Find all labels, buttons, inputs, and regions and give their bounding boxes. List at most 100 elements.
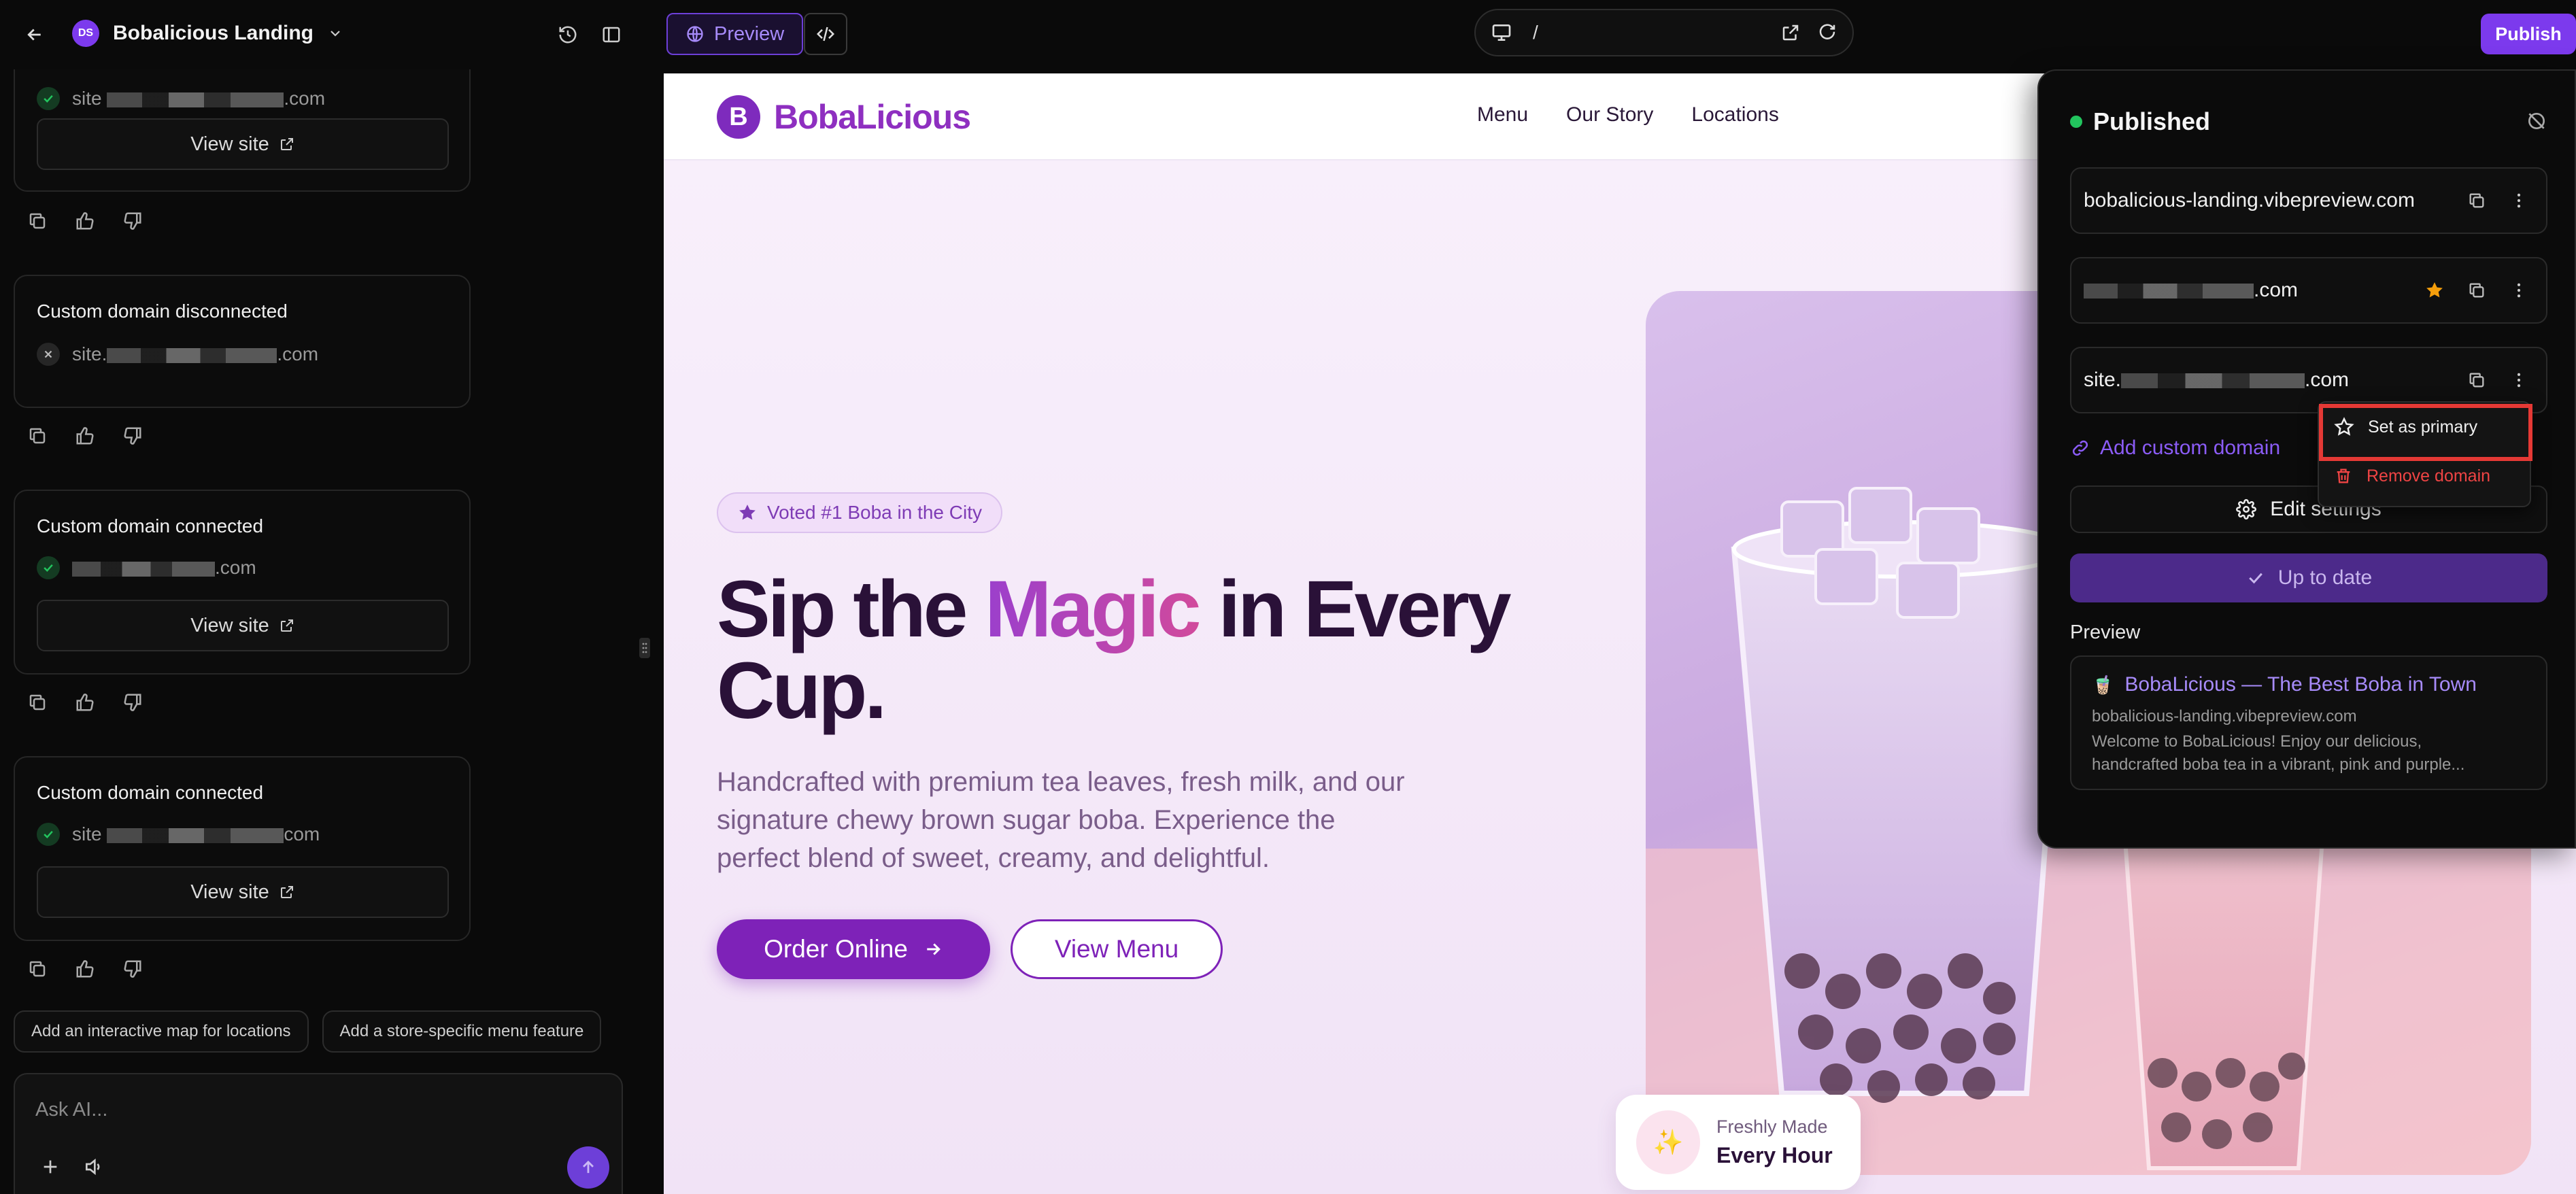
nav-link-our-story[interactable]: Our Story (1566, 103, 1653, 126)
copy-icon[interactable] (27, 211, 48, 231)
thumbs-up-icon[interactable] (75, 692, 95, 713)
thumbs-down-icon[interactable] (122, 959, 143, 979)
ask-ai-input[interactable]: Ask AI... (35, 1099, 107, 1121)
unpublish-icon[interactable] (2522, 106, 2552, 136)
up-to-date-button[interactable]: Up to date (2070, 553, 2547, 602)
desktop-icon[interactable] (1491, 22, 1512, 44)
more-vertical-icon[interactable] (2504, 186, 2534, 216)
thumbs-down-icon[interactable] (122, 211, 143, 231)
domain-suffix: .com (215, 557, 256, 578)
order-online-button[interactable]: Order Online (717, 919, 990, 979)
resize-handle[interactable] (639, 638, 650, 658)
headline-part: in Every (1198, 564, 1511, 654)
url-bar[interactable]: / (1474, 9, 1854, 56)
refresh-icon[interactable] (1817, 22, 1837, 43)
more-vertical-icon[interactable] (2504, 365, 2534, 395)
view-site-button[interactable]: View site (37, 866, 449, 918)
redacted-domain (107, 828, 284, 843)
view-site-button[interactable]: View site (37, 600, 449, 651)
thumbs-down-icon[interactable] (122, 692, 143, 713)
publish-status: Published (2070, 107, 2210, 136)
domain-text[interactable]: bobalicious-landing.vibepreview.com (2084, 189, 2415, 212)
external-link-icon (280, 619, 293, 632)
domain-prefix: site. (72, 343, 107, 364)
status-label: Published (2093, 107, 2211, 135)
preview-desc-line: handcrafted boba tea in a vibrant, pink … (2092, 755, 2465, 774)
feedback-row (27, 211, 143, 231)
preview-toggle-button[interactable]: Preview (666, 13, 804, 55)
preview-toggle-label: Preview (714, 22, 785, 45)
ask-ai-box[interactable]: Ask AI... (14, 1073, 623, 1194)
add-custom-domain-link[interactable]: Add custom domain (2070, 437, 2280, 460)
chevron-down-icon (331, 31, 340, 37)
copy-icon[interactable] (27, 426, 48, 446)
code-icon (816, 27, 835, 41)
suggestion-chip[interactable]: Add a store-specific menu feature (322, 1010, 602, 1053)
preview-description: Welcome to BobaLicious! Enjoy our delici… (2092, 730, 2464, 777)
card-title: Custom domain disconnected (37, 301, 288, 322)
copy-icon[interactable] (27, 692, 48, 713)
preview-url: bobalicious-landing.vibepreview.com (2092, 707, 2357, 726)
nav-link-locations[interactable]: Locations (1691, 103, 1778, 126)
open-external-icon[interactable] (1780, 22, 1801, 43)
redacted-domain (2084, 284, 2254, 299)
preview-title[interactable]: BobaLicious — The Best Boba in Town (2124, 673, 2477, 696)
logo-badge: B (717, 95, 760, 139)
top-bar: DS Bobalicious Landing Preview / Publish (0, 0, 2576, 69)
suggestion-chip[interactable]: Add an interactive map for locations (14, 1010, 309, 1053)
domain-text[interactable]: site. .com (2084, 369, 2349, 392)
card-title: Custom domain connected (37, 515, 264, 536)
thumbs-up-icon[interactable] (75, 211, 95, 231)
chat-card: Custom domain connected .com View site (14, 490, 471, 675)
seo-preview-card: 🧋 BobaLicious — The Best Boba in Town bo… (2070, 655, 2547, 790)
hero-paragraph: Handcrafted with premium tea leaves, fre… (717, 763, 1465, 877)
url-path[interactable]: / (1533, 22, 1538, 44)
code-view-button[interactable] (804, 13, 847, 55)
thumbs-down-icon[interactable] (122, 426, 143, 446)
headline-line2: Cup. (717, 646, 887, 736)
nav-link-menu[interactable]: Menu (1477, 103, 1528, 126)
headline-accent: Magic (985, 564, 1201, 654)
history-icon[interactable] (554, 20, 582, 49)
sidebar-toggle-icon[interactable] (597, 20, 626, 49)
redacted-domain (107, 347, 277, 363)
copy-icon[interactable] (2462, 275, 2492, 305)
status-dot (2070, 116, 2082, 128)
badge-text: Voted #1 Boba in the City (767, 502, 982, 523)
back-arrow-icon[interactable] (20, 20, 49, 49)
feedback-row (27, 692, 143, 713)
domain-text[interactable]: .com (2084, 279, 2298, 302)
domain-prefix: site. (2084, 369, 2122, 391)
chat-card: Custom domain connected site com View si… (14, 756, 471, 941)
view-menu-button[interactable]: View Menu (1011, 919, 1223, 979)
copy-icon[interactable] (2462, 365, 2492, 395)
chat-card: Custom domain disconnected site. .com (14, 275, 471, 408)
view-site-button[interactable]: View site (37, 118, 449, 170)
voice-icon[interactable] (83, 1156, 105, 1178)
domain-line: site .com (37, 87, 325, 110)
sparkle-icon: ✨ (1636, 1110, 1700, 1174)
card-title: Custom domain connected (37, 782, 264, 803)
domain-prefix: site (72, 823, 102, 845)
domain-suffix: .com (277, 343, 319, 364)
project-switcher[interactable]: DS Bobalicious Landing (72, 20, 343, 47)
freshly-made-card: ✨ Freshly Made Every Hour (1616, 1095, 1861, 1190)
domain-line: .com (37, 556, 256, 579)
copy-icon[interactable] (2462, 186, 2492, 216)
arrow-up-icon (583, 1160, 594, 1174)
chat-panel: site .com View site Custom domain discon… (0, 69, 637, 1194)
paragraph-line: signature chewy brown sugar boba. Experi… (717, 805, 1336, 835)
hero-headline: Sip the Magic in Every Cup. (717, 568, 1574, 732)
site-logo[interactable]: B BobaLicious (717, 95, 971, 139)
view-site-label: View site (190, 881, 269, 903)
copy-icon[interactable] (27, 959, 48, 979)
check-icon (2248, 573, 2263, 584)
check-circle-icon (37, 823, 60, 846)
publish-button[interactable]: Publish (2481, 14, 2576, 54)
redacted-domain (72, 561, 215, 577)
more-vertical-icon[interactable] (2504, 275, 2534, 305)
thumbs-up-icon[interactable] (75, 426, 95, 446)
thumbs-up-icon[interactable] (75, 959, 95, 979)
send-button[interactable] (567, 1146, 609, 1189)
plus-icon[interactable] (39, 1156, 61, 1178)
